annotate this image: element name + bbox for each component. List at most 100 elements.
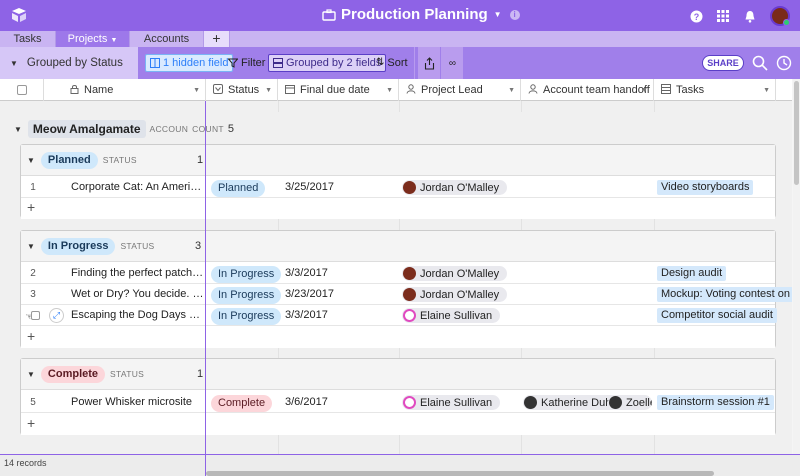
row-checkbox[interactable] (31, 311, 40, 320)
cell-status[interactable]: In Progress (211, 266, 282, 283)
cell-name[interactable]: Power Whisker microsite (71, 392, 205, 413)
scrollbar-thumb[interactable] (794, 81, 799, 185)
hide-fields-button[interactable]: 1 hidden field (145, 54, 234, 72)
column-header-project-lead[interactable]: Project Lead ▼ (399, 79, 521, 101)
cell-tasks[interactable]: Mockup: Voting contest on (657, 287, 792, 302)
chevron-down-icon[interactable]: ▼ (110, 37, 117, 44)
vertical-scrollbar[interactable] (793, 79, 800, 454)
cell-project-lead[interactable]: Jordan O'Malley (402, 287, 508, 302)
cell-project-lead[interactable]: Jordan O'Malley (402, 180, 508, 195)
frozen-column-divider[interactable] (205, 101, 206, 476)
add-row[interactable]: + (21, 327, 775, 348)
table-row-hovered[interactable]: ☜ ⤢ Escaping the Dog Days of Sum... In P… (21, 305, 777, 326)
row-number: 1 (30, 182, 36, 193)
column-header-account-team-handoff[interactable]: Account team handoff ▼ (521, 79, 654, 101)
tab-projects[interactable]: Projects ▼ (56, 31, 130, 47)
group-header-status[interactable]: ▼ Planned STATUS 1 (21, 145, 775, 176)
add-table-button[interactable]: + (204, 31, 230, 47)
chevron-down-icon[interactable]: ▼ (265, 87, 272, 94)
group-header-status[interactable]: ▼ In Progress STATUS 3 (21, 231, 775, 262)
collapse-triangle-icon[interactable]: ▼ (14, 125, 22, 134)
tab-tasks[interactable]: Tasks (0, 31, 56, 47)
cell-account-team-handoff[interactable]: Katherine Duh (523, 395, 620, 410)
group-header-account[interactable]: ▼ Meow Amalgamate ACCOUN COUNT 5 (10, 112, 790, 146)
chevron-down-icon[interactable]: ▼ (193, 87, 200, 94)
row-number: 5 (30, 397, 36, 408)
collapse-triangle-icon[interactable]: ▼ (27, 370, 35, 379)
cell-name[interactable]: Corporate Cat: An American L... (71, 177, 205, 198)
horizontal-scrollbar[interactable] (206, 471, 714, 476)
cell-project-lead[interactable]: Jordan O'Malley (402, 266, 508, 281)
cell-status[interactable]: Complete (211, 395, 273, 412)
cell-tasks[interactable]: Design audit (657, 266, 727, 281)
chevron-down-icon[interactable]: ▼ (641, 87, 648, 94)
table-row[interactable]: 5 Power Whisker microsite Complete 3/6/2… (21, 392, 775, 413)
column-header-status[interactable]: Status ▼ (206, 79, 278, 101)
filter-icon (228, 58, 238, 68)
column-header-tasks[interactable]: Tasks ▼ (654, 79, 776, 101)
chevron-down-icon[interactable]: ▼ (494, 10, 502, 19)
column-label: Status (228, 84, 260, 96)
cell-tasks[interactable]: Brainstorm session #1 (657, 395, 774, 410)
cell-name[interactable]: Escaping the Dog Days of Sum... (71, 305, 205, 326)
table-row[interactable]: 2 Finding the perfect patch of s... In P… (21, 263, 775, 284)
add-row-icon[interactable]: + (27, 415, 35, 431)
table-row[interactable]: 1 Corporate Cat: An American L... Planne… (21, 177, 775, 198)
avatar (524, 396, 537, 409)
expand-record-icon[interactable]: ⤢ (49, 308, 64, 323)
share-button[interactable]: SHARE (702, 55, 744, 71)
add-row[interactable]: + (21, 198, 775, 219)
cell-name[interactable]: Wet or Dry? You decide. (Soci... (71, 284, 205, 305)
cell-tasks[interactable]: Competitor social audit (657, 308, 777, 323)
tab-accounts[interactable]: Accounts (130, 31, 204, 47)
airtable-logo-icon[interactable] (10, 6, 28, 24)
collaborator-name: Elaine Sullivan (420, 396, 493, 409)
add-row-icon[interactable]: + (27, 328, 35, 344)
chevron-down-icon[interactable]: ▼ (508, 87, 515, 94)
table-row[interactable]: 3 Wet or Dry? You decide. (Soci... In Pr… (21, 284, 792, 305)
cell-project-lead[interactable]: Elaine Sullivan (402, 308, 501, 323)
chevron-down-icon[interactable]: ▼ (763, 87, 770, 94)
more-options-button[interactable]: ∞ (441, 47, 463, 79)
cell-status[interactable]: In Progress (211, 308, 282, 325)
group-header-status[interactable]: ▼ Complete STATUS 1 (21, 359, 775, 390)
cell-final-due-date[interactable]: 3/25/2017 (285, 177, 334, 198)
cell-status[interactable]: In Progress (211, 287, 282, 304)
bell-icon[interactable] (743, 9, 757, 23)
sort-button[interactable]: ⇅ Sort (376, 54, 408, 72)
cell-tasks[interactable]: Video storyboards (657, 180, 754, 195)
collapse-triangle-icon[interactable]: ▼ (27, 242, 35, 251)
filter-button[interactable]: Filter (228, 54, 265, 72)
view-name: Grouped by Status (26, 57, 123, 69)
view-switcher[interactable]: ▼ Grouped by Status (0, 47, 138, 79)
select-all-checkbox[interactable] (16, 85, 27, 95)
cell-name[interactable]: Finding the perfect patch of s... (71, 263, 205, 284)
column-header-final-due-date[interactable]: Final due date ▼ (278, 79, 399, 101)
chevron-down-icon[interactable]: ▼ (386, 87, 393, 94)
help-icon[interactable]: ? (689, 9, 703, 23)
briefcase-icon (322, 8, 336, 21)
view-toolbar: ▼ Grouped by Status 1 hidden field Filte… (0, 47, 800, 79)
apps-grid-icon[interactable] (716, 9, 730, 23)
base-title[interactable]: Production Planning ▼ i (322, 6, 520, 23)
cell-final-due-date[interactable]: 3/3/2017 (285, 305, 328, 326)
share-export-button[interactable] (418, 47, 440, 79)
user-icon (527, 83, 539, 97)
cell-project-lead[interactable]: Elaine Sullivan (402, 395, 501, 410)
history-icon[interactable] (775, 54, 793, 72)
add-row[interactable]: + (21, 414, 775, 435)
user-avatar[interactable] (770, 6, 790, 26)
add-row-icon[interactable]: + (27, 199, 35, 215)
cell-account-team-handoff[interactable]: Zoelle (608, 395, 652, 410)
cell-status[interactable]: Planned (211, 180, 266, 197)
search-icon[interactable] (751, 54, 769, 72)
summary-footer: 14 records (0, 454, 800, 476)
info-icon[interactable]: i (509, 9, 520, 20)
sort-label: Sort (387, 57, 408, 69)
cell-final-due-date[interactable]: 3/3/2017 (285, 263, 328, 284)
column-header-name[interactable]: Name ▼ (44, 79, 206, 101)
cell-final-due-date[interactable]: 3/23/2017 (285, 284, 334, 305)
group-button[interactable]: Grouped by 2 fields (268, 54, 387, 72)
cell-final-due-date[interactable]: 3/6/2017 (285, 392, 328, 413)
collapse-triangle-icon[interactable]: ▼ (27, 156, 35, 165)
